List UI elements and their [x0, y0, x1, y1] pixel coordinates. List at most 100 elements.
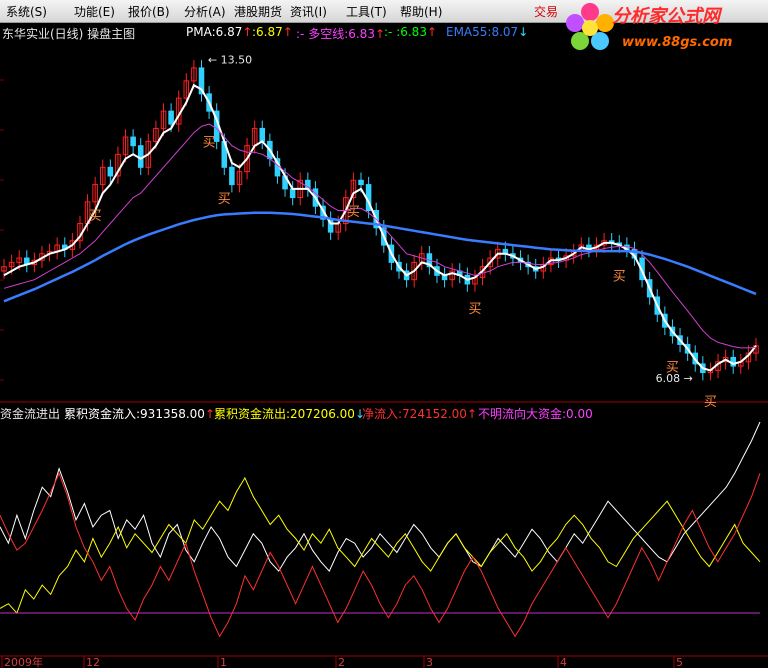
candle-body	[494, 248, 501, 259]
candle-body	[267, 140, 273, 160]
candle-body	[411, 261, 417, 281]
menu-analysis[interactable]: 分析(A)	[184, 3, 226, 20]
candle-body	[639, 257, 645, 281]
candle-body	[669, 326, 676, 337]
candle-body	[39, 253, 45, 261]
x-tick-label: 4	[560, 656, 567, 668]
candle-body	[631, 248, 638, 259]
candle-body	[274, 158, 281, 177]
candle-body	[707, 369, 714, 374]
candle-body	[8, 261, 15, 268]
candle-body	[365, 184, 372, 212]
candle-body	[555, 257, 562, 261]
candle-body	[396, 261, 402, 272]
candle-body	[487, 257, 493, 268]
menu-help[interactable]: 帮助(H)	[400, 3, 442, 20]
candle-body	[616, 242, 623, 246]
candle-body	[335, 222, 342, 233]
candle-body	[16, 257, 22, 263]
candle-body	[601, 240, 607, 246]
candle-body	[130, 136, 136, 147]
candle-body	[548, 257, 554, 266]
candle-body	[213, 110, 220, 142]
candle-body	[692, 352, 699, 365]
candle-body	[525, 261, 531, 268]
menu-tools[interactable]: 工具(T)	[346, 3, 387, 20]
candle-body	[593, 244, 600, 250]
candle-body	[722, 356, 729, 363]
candle-body	[168, 110, 174, 125]
candle-body	[563, 255, 569, 261]
stock-chart: 买买买买买买买买 ← 13.506.08 → 2009年 12 1 2 3 4 5	[0, 53, 768, 668]
buy-signal-label: 买	[704, 395, 717, 410]
indicator-line-2	[3, 211, 757, 303]
candle-body	[54, 244, 60, 253]
candle-body	[570, 251, 577, 257]
candle-body	[251, 127, 258, 147]
candle-body	[122, 136, 129, 155]
trade-menu[interactable]: 交易	[534, 3, 558, 20]
candle-body	[426, 253, 433, 268]
candle-body	[358, 179, 364, 186]
candle-body	[61, 244, 68, 250]
main-legend-item: :- :6.83↑	[384, 25, 438, 39]
candle-body	[472, 276, 478, 285]
x-tick-label: 2009年	[4, 655, 43, 668]
buy-signal-label: 买	[468, 302, 481, 317]
chart-grid	[0, 79, 768, 657]
menu-hk-futures[interactable]: 港股期货	[234, 3, 282, 20]
buy-signal-label: 买	[347, 205, 360, 220]
candle-body	[259, 127, 266, 142]
site-logo-text: 分析家公式网	[612, 6, 720, 27]
menu-quote[interactable]: 报价(B)	[128, 3, 170, 20]
candle-body	[24, 257, 30, 266]
candle-body	[160, 110, 167, 129]
candle-body	[715, 361, 721, 371]
candle-body	[297, 179, 304, 199]
legend-arrow: ↑	[282, 25, 293, 39]
candle-body	[441, 274, 448, 281]
candle-body	[540, 264, 547, 272]
candle-body	[198, 67, 205, 95]
indicator-lines	[3, 83, 757, 372]
candle-body	[532, 266, 539, 272]
buy-signal-label: 买	[613, 270, 626, 285]
menu-function[interactable]: 功能(E)	[74, 3, 115, 20]
candle-body	[343, 197, 349, 224]
candle-body	[191, 67, 197, 82]
main-legend-item: EMA55:8.07↓	[446, 25, 529, 39]
candle-body	[510, 253, 516, 259]
price-annotations: ← 13.50 6.08 →	[208, 53, 693, 385]
candle-body	[115, 153, 121, 177]
candle-body	[730, 356, 736, 367]
candle-body	[206, 93, 212, 112]
candle-body	[305, 179, 311, 190]
candle-body	[244, 145, 250, 173]
candle-body	[137, 145, 144, 168]
menu-system[interactable]: 系统(S)	[6, 3, 47, 20]
sub-legend-item: 净流入:724152.00↑	[362, 407, 477, 421]
menu-info[interactable]: 资讯(I)	[290, 3, 327, 20]
candle-body	[31, 259, 38, 266]
candle-body	[517, 257, 524, 263]
x-tick-label: 2	[338, 656, 345, 668]
legend-arrow: ↓	[518, 25, 529, 39]
candle-body	[282, 175, 288, 190]
candle-body	[700, 363, 706, 374]
candle-body	[464, 274, 471, 285]
sub-legend-item: 累积资金流出:207206.00↓	[214, 407, 365, 421]
indicator-line-1	[3, 123, 757, 349]
candle-body	[221, 140, 228, 168]
chart-title: 东华实业(日线) 操盘主图	[2, 27, 136, 41]
flower-logo-icon	[566, 3, 614, 50]
fund-line-2	[0, 471, 761, 638]
candle-body	[624, 244, 630, 250]
candle-body	[145, 140, 152, 168]
candle-body	[99, 166, 106, 186]
candle-body	[1, 266, 7, 272]
sub-legend-item: 不明流向大资金:0.00	[478, 407, 593, 421]
indicator-line-0	[3, 83, 757, 372]
buy-signal-markers: 买买买买买买买买	[89, 136, 717, 410]
candle-body	[350, 179, 357, 199]
x-tick-label: 1	[220, 656, 227, 668]
